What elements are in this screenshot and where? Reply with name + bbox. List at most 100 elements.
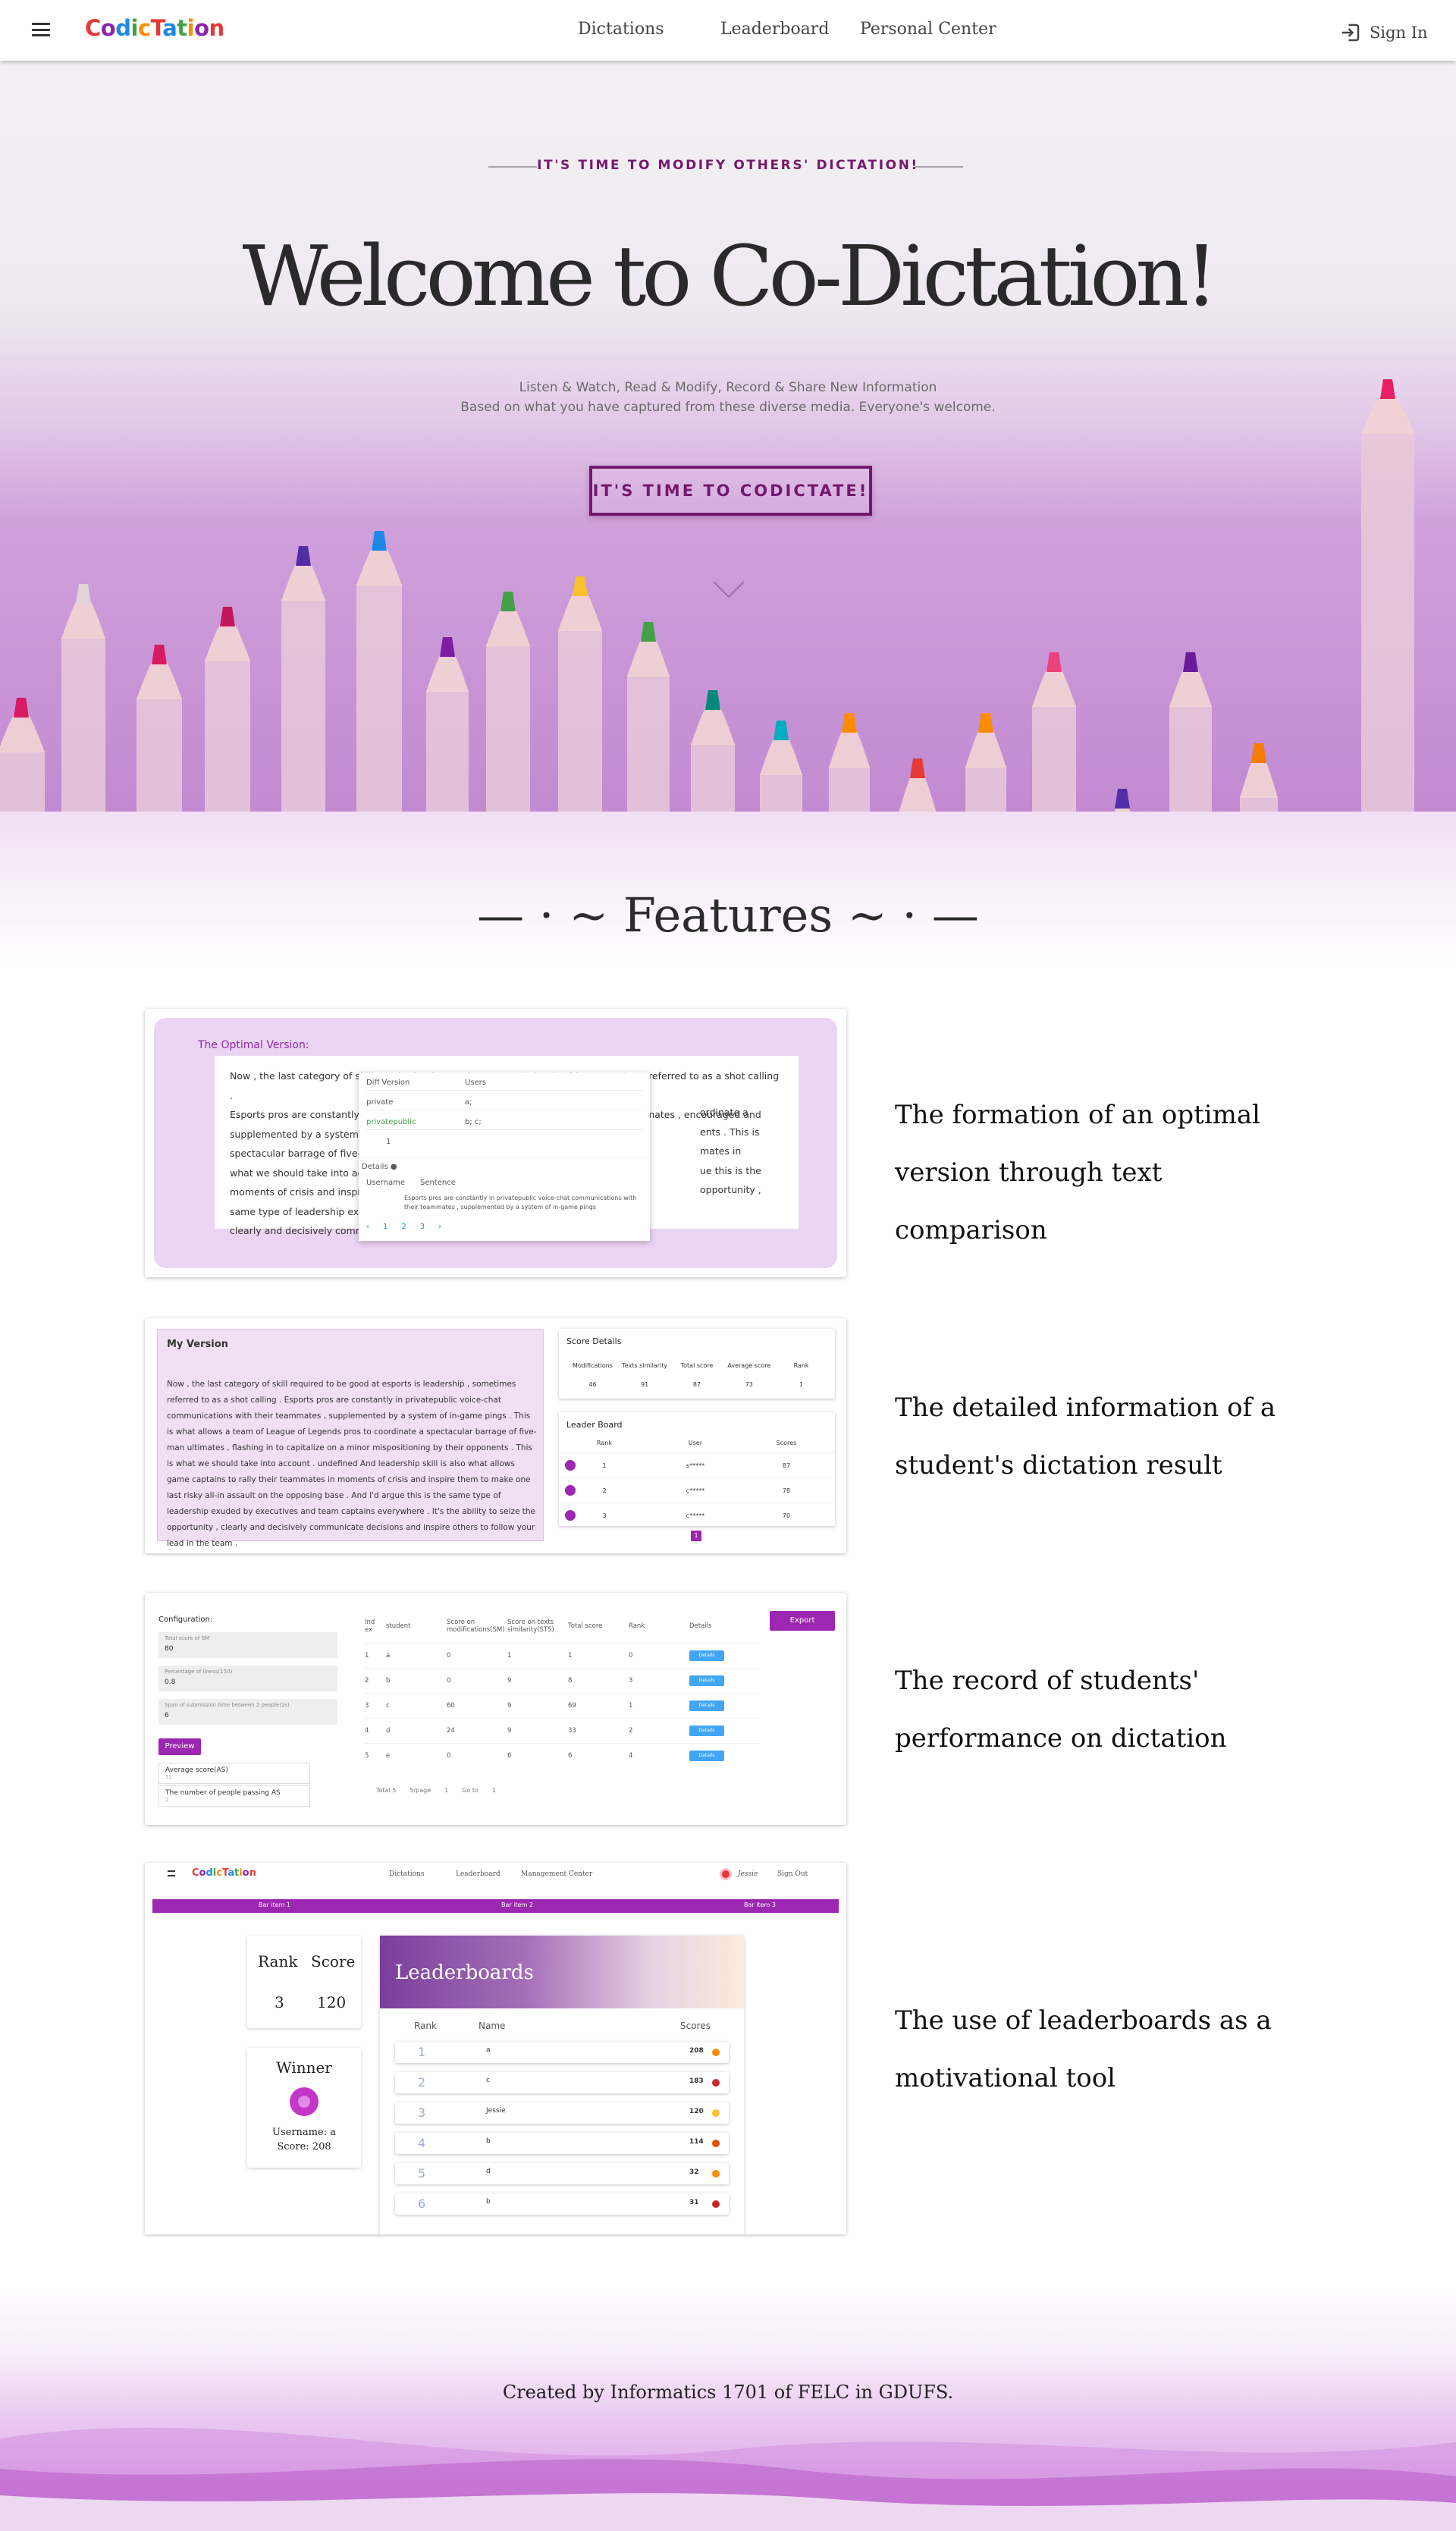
my-rank-value: 3 xyxy=(275,1993,284,2011)
pencil-shape xyxy=(1169,652,1212,812)
table-cell: 1 xyxy=(568,1652,573,1660)
pager-item[interactable]: 1 xyxy=(492,1787,496,1794)
diff-version-popup: Diff Version Users private a; privatepub… xyxy=(359,1072,650,1241)
pagination-current[interactable]: 1 xyxy=(691,1531,701,1541)
pencil-shape xyxy=(61,584,105,812)
export-button[interactable]: Export xyxy=(770,1611,835,1631)
hero-subtitle: Listen & Watch, Read & Modify, Record & … xyxy=(0,378,1456,417)
optimal-text-fragment: opportunity , xyxy=(700,1184,761,1195)
table-cell: 4 xyxy=(629,1752,633,1760)
table-cell: 3 xyxy=(365,1702,369,1710)
optimal-text-fragment: ordinate a xyxy=(700,1107,748,1118)
config-field[interactable]: Span of submission time between 2 people… xyxy=(158,1699,337,1725)
hamburger-icon[interactable] xyxy=(32,23,50,36)
mini-logo-letter: o xyxy=(242,1867,249,1879)
table-cell: 0 xyxy=(447,1677,451,1685)
mini-bar-item[interactable]: Bar item 3 xyxy=(744,1901,776,1908)
lb-cell: c***** xyxy=(686,1512,705,1519)
mini-logo-letter: a xyxy=(228,1867,234,1879)
feature-screenshot-leaderboards: CodicTation Dictations Leaderboard Manag… xyxy=(145,1863,846,2234)
logo-letter: o xyxy=(194,15,209,41)
score-medal-icon xyxy=(712,2200,720,2208)
pencil-shape xyxy=(558,576,602,812)
leaderboard-score: 114 xyxy=(689,2138,704,2146)
score-details-title: Score Details xyxy=(566,1336,622,1346)
preview-button[interactable]: Preview xyxy=(158,1738,201,1755)
score-value-cell: 1 xyxy=(799,1381,804,1388)
mini-signout[interactable]: Sign Out xyxy=(777,1870,808,1878)
logo-letter: t xyxy=(177,15,187,41)
mini-bar-item[interactable]: Bar item 1 xyxy=(259,1901,290,1908)
popup-sentence: Esports pros are constantly in privatepu… xyxy=(404,1195,637,1211)
table-header-cell: Details xyxy=(689,1622,712,1630)
leaderboard-score: 208 xyxy=(689,2047,704,2055)
mini-nav-leaderboard[interactable]: Leaderboard xyxy=(456,1870,500,1878)
leaderboard-score: 31 xyxy=(689,2199,699,2206)
mini-username: Jessie xyxy=(738,1870,758,1878)
feature-text-4: The use of leaderboards as a motivationa… xyxy=(895,2005,1272,2093)
nav-link-personal-center[interactable]: Personal Center xyxy=(860,20,996,39)
leaderboard-score: 32 xyxy=(689,2168,699,2176)
pager-item[interactable]: 1 xyxy=(444,1787,448,1794)
feature-text-2: The detailed information of a student's … xyxy=(895,1393,1276,1481)
popup-col-users: Users xyxy=(465,1079,487,1087)
score-value-cell: 73 xyxy=(745,1381,753,1388)
mini-bar-item[interactable]: Bar item 2 xyxy=(501,1901,533,1908)
students-table: Ind ex student Score on modifications(SM) S… xyxy=(365,1609,759,1768)
details-button[interactable]: Details xyxy=(689,1751,724,1761)
chevron-down-icon[interactable] xyxy=(712,580,745,598)
popup-page-3[interactable]: 3 xyxy=(420,1223,425,1231)
leaderboard-row: 4 b 114 xyxy=(395,2133,729,2154)
colored-pencils-image xyxy=(0,379,1414,812)
my-score-value: 120 xyxy=(317,1993,347,2011)
stat-value: 51 xyxy=(165,1774,172,1780)
pager-item[interactable]: 5/page xyxy=(410,1787,431,1794)
mini-hamburger-icon[interactable] xyxy=(168,1870,175,1876)
table-cell: 6 xyxy=(568,1752,573,1760)
sign-in-button[interactable]: Sign In xyxy=(1339,21,1428,44)
popup-row2-version: privatepublic xyxy=(366,1118,416,1126)
winner-label: Winner xyxy=(276,2058,332,2077)
leaderboard-rank: 2 xyxy=(418,2075,426,2090)
table-cell: 1 xyxy=(365,1652,369,1660)
table-cell: 0 xyxy=(447,1652,451,1660)
popup-row3: 1 xyxy=(386,1138,391,1146)
sign-in-icon xyxy=(1341,24,1360,42)
feature-screenshot-performance-record: Configuration: Total score of SM 80 Percen… xyxy=(145,1593,846,1825)
pencil-shape xyxy=(760,721,802,812)
details-button[interactable]: Details xyxy=(689,1675,724,1686)
popup-page-1[interactable]: 1 xyxy=(383,1223,388,1231)
score-medal-icon xyxy=(712,2109,720,2117)
config-field-label: Total score of SM xyxy=(165,1635,210,1641)
sign-in-label: Sign In xyxy=(1370,24,1428,42)
pager-item[interactable]: Total 5 xyxy=(376,1787,396,1794)
logo-letter: a xyxy=(162,15,177,41)
config-field-label: Span of submission time between 2 people… xyxy=(165,1702,290,1708)
popup-page-2[interactable]: 2 xyxy=(401,1223,406,1231)
config-field[interactable]: Percentage of liness(150) 0.8 xyxy=(158,1666,337,1691)
lb-header-scores: Scores xyxy=(680,2021,711,2031)
mini-navbar: CodicTation Dictations Leaderboard Manag… xyxy=(145,1863,846,1884)
mini-logo-letter: c xyxy=(216,1867,222,1879)
details-button[interactable]: Details xyxy=(689,1726,724,1736)
rank-badge-icon xyxy=(565,1460,576,1471)
nav-link-dictations[interactable]: Dictations xyxy=(578,20,664,39)
config-field[interactable]: Total score of SM 80 xyxy=(158,1632,337,1658)
popup-row1-users: a; xyxy=(465,1098,472,1107)
details-button[interactable]: Details xyxy=(689,1700,724,1711)
mini-nav-management[interactable]: Management Center xyxy=(521,1870,592,1878)
pager-item[interactable]: Go to xyxy=(462,1787,479,1794)
pencil-shape xyxy=(1240,743,1278,812)
mini-nav-dictations[interactable]: Dictations xyxy=(389,1870,424,1878)
site-logo[interactable]: CodicTation xyxy=(85,15,224,41)
score-details-panel: Score Details Modifications Texts similar… xyxy=(559,1329,835,1399)
rank-label: Rank xyxy=(258,1952,298,1970)
popup-details[interactable]: Details xyxy=(362,1163,388,1171)
codictate-button[interactable]: IT'S TIME TO CODICTATE! xyxy=(589,466,872,516)
hero-tagline: IT'S TIME TO MODIFY OTHERS' DICTATION! xyxy=(537,158,919,173)
mini-avatar xyxy=(720,1868,732,1880)
nav-link-leaderboard[interactable]: Leaderboard xyxy=(720,20,829,39)
details-button[interactable]: Details xyxy=(689,1650,724,1661)
leaderboard-rank: 1 xyxy=(418,2045,426,2059)
pencil-shape xyxy=(486,592,530,812)
